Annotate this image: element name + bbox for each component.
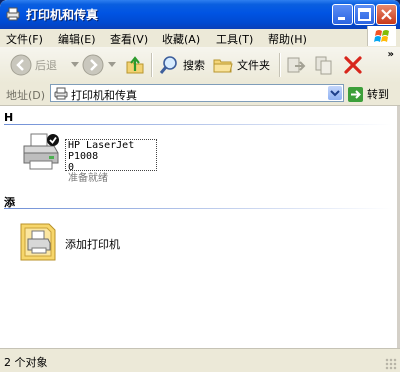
windows-flag-icon [374, 30, 389, 42]
menu-edit[interactable]: 编辑(E) [58, 31, 96, 47]
search-icon [159, 56, 177, 74]
folders-button[interactable]: 文件夹 [212, 51, 270, 79]
close-window-button[interactable] [376, 4, 397, 25]
folders-icon [213, 59, 233, 73]
status-object-count: 2 个对象 [4, 356, 48, 369]
back-arrow-icon [10, 54, 32, 76]
menu-bar: 文件(F) 编辑(E) 查看(V) 收藏(A) 工具(T) 帮助(H) [0, 26, 400, 48]
printer-folder-icon [54, 87, 68, 100]
standard-toolbar: 后退 搜索 文件夹 » [0, 47, 400, 84]
folders-label: 文件夹 [237, 59, 270, 72]
move-to-button[interactable] [285, 51, 307, 79]
toolbar-separator [279, 53, 281, 77]
toolbar-separator [151, 53, 153, 77]
menu-help[interactable]: 帮助(H) [268, 31, 307, 47]
printer-status: 准备就绪 [68, 173, 108, 184]
address-bar: 地址(D) 打印机和传真 转到 [0, 83, 400, 106]
up-folder-button[interactable] [124, 51, 146, 79]
menu-view[interactable]: 查看(V) [110, 31, 148, 47]
close-icon [381, 9, 392, 20]
chevron-down-icon [330, 90, 340, 97]
add-printer-icon[interactable] [19, 220, 61, 264]
window-title: 打印机和传真 [26, 8, 99, 22]
copy-to-icon [315, 56, 332, 75]
address-field[interactable]: 打印机和传真 [50, 84, 344, 102]
go-button[interactable]: 转到 [348, 85, 389, 103]
search-button[interactable]: 搜索 [158, 51, 205, 79]
minimize-icon [338, 17, 345, 20]
delete-button[interactable] [342, 51, 364, 79]
back-button[interactable]: 后退 [10, 51, 79, 79]
printer-document-count: 0 [68, 162, 75, 173]
maximize-icon [358, 8, 371, 21]
forward-button[interactable] [82, 51, 116, 79]
group-heading: H [4, 111, 14, 124]
forward-dropdown-icon[interactable] [108, 62, 116, 68]
printer-icon[interactable] [20, 131, 62, 175]
group-divider [4, 124, 392, 125]
address-dropdown-button[interactable] [328, 86, 342, 100]
status-bar: 2 个对象 [0, 348, 400, 372]
address-value: 打印机和传真 [71, 89, 137, 102]
move-to-icon [287, 57, 306, 73]
search-label: 搜索 [183, 59, 205, 72]
add-printer-label[interactable]: 添加打印机 [65, 236, 120, 252]
explorer-window: 打印机和传真 文件(F) 编辑(E) 查看(V) 收藏(A) 工具(T) 帮助(… [0, 0, 400, 372]
title-bar[interactable]: 打印机和传真 [0, 0, 400, 29]
default-printer-check-icon [47, 134, 59, 146]
address-label: 地址(D) [6, 89, 46, 102]
maximize-button[interactable] [354, 4, 375, 25]
printer-name: HP LaserJet P1008 [68, 140, 135, 162]
back-label: 后退 [35, 59, 57, 72]
printer-item-label[interactable]: HP LaserJet P1008 0 准备就绪 [65, 139, 157, 184]
go-arrow-icon [348, 86, 363, 102]
delete-x-icon [344, 56, 362, 74]
menu-file[interactable]: 文件(F) [6, 31, 43, 47]
group-divider [4, 208, 392, 209]
back-dropdown-icon[interactable] [71, 62, 79, 68]
copy-to-button[interactable] [313, 51, 335, 79]
windows-logo [367, 26, 396, 46]
menu-tools[interactable]: 工具(T) [216, 31, 253, 47]
printer-folder-icon [6, 7, 20, 21]
toolbar-overflow-chevron[interactable]: » [388, 49, 394, 60]
up-folder-icon [126, 56, 144, 74]
minimize-button[interactable] [332, 4, 353, 25]
menu-favorites[interactable]: 收藏(A) [162, 31, 200, 47]
go-label: 转到 [367, 88, 389, 101]
resize-grip[interactable] [385, 358, 397, 370]
forward-arrow-icon [82, 54, 104, 76]
